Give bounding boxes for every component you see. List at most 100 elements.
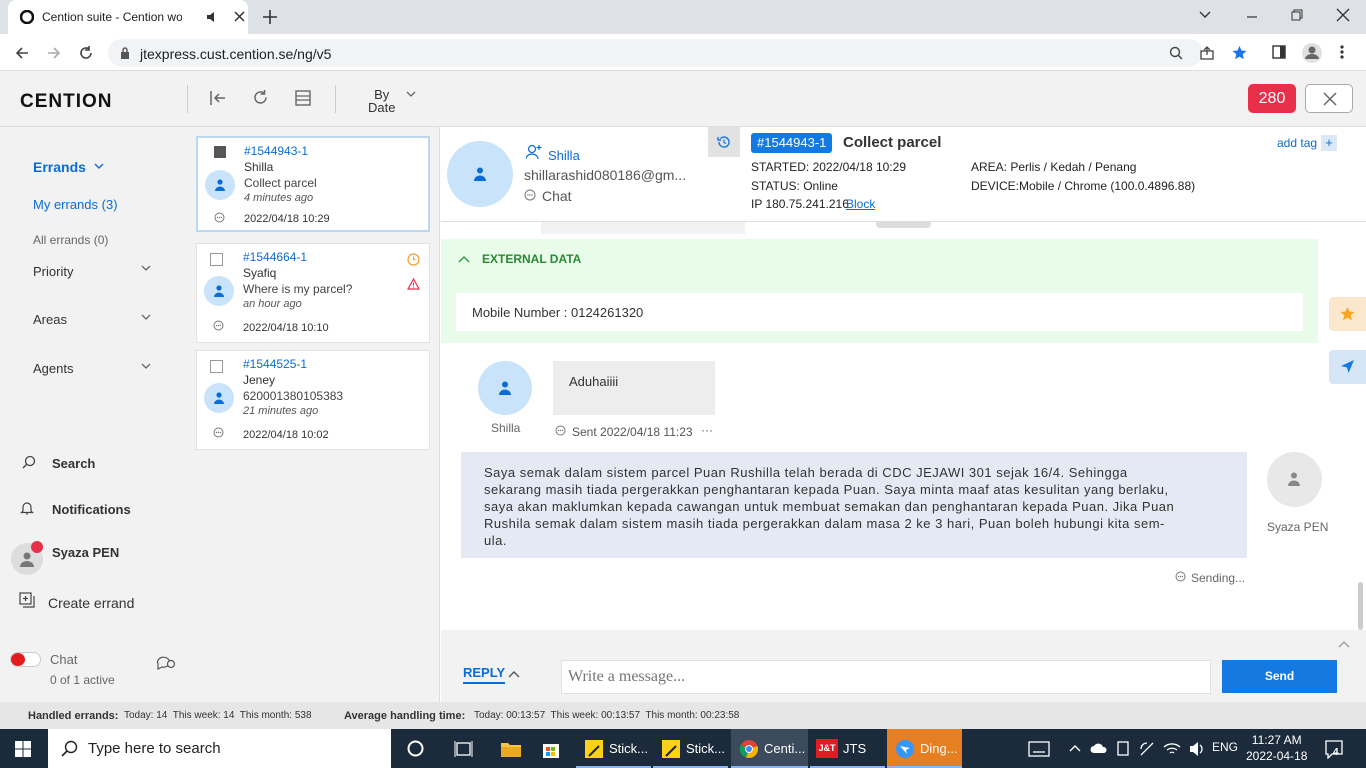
restore-icon[interactable] xyxy=(1290,8,1304,22)
language-indicator[interactable]: ENG xyxy=(1212,740,1238,754)
errand-date: 2022/04/18 10:02 xyxy=(243,429,329,441)
message-input[interactable] xyxy=(561,660,1211,694)
errands-chevron-down-icon[interactable] xyxy=(94,163,104,170)
sidebar-agents[interactable]: Agents xyxy=(33,361,73,376)
sidebar-errands[interactable]: Errands xyxy=(33,159,86,175)
customer-name[interactable]: Shilla xyxy=(548,148,580,163)
agent-message-name: Syaza PEN xyxy=(1267,520,1329,534)
sidebar-areas[interactable]: Areas xyxy=(33,312,67,327)
onedrive-icon[interactable] xyxy=(1090,742,1108,754)
chat-settings-icon[interactable] xyxy=(156,654,176,670)
sidebar-user-name[interactable]: Syaza PEN xyxy=(52,545,119,560)
errand-checkbox[interactable] xyxy=(210,360,223,373)
errand-id[interactable]: #1544943-1 xyxy=(244,144,308,158)
close-button[interactable] xyxy=(1305,84,1353,113)
taskbar-app-sticky-1[interactable]: Stick... xyxy=(576,729,651,768)
add-tag-plus-icon[interactable]: + xyxy=(1321,135,1337,151)
expand-chevron-up-icon[interactable] xyxy=(1338,640,1350,648)
sidebar-search[interactable]: Search xyxy=(52,456,95,471)
speaker-icon[interactable] xyxy=(206,11,218,23)
external-data-title[interactable]: EXTERNAL DATA xyxy=(482,252,581,266)
browser-menu-icon[interactable] xyxy=(1340,45,1344,59)
tab-search-chevron-icon[interactable] xyxy=(1198,10,1212,20)
store-icon[interactable] xyxy=(541,739,561,759)
forward-icon[interactable] xyxy=(46,45,62,61)
sort-by-date-dropdown[interactable]: By Date xyxy=(368,88,395,114)
sidebar-create-errand[interactable]: Create errand xyxy=(48,595,134,611)
sidebar-my-errands[interactable]: My errands (3) xyxy=(33,197,118,212)
share-icon[interactable] xyxy=(1200,46,1214,60)
collapse-panel-icon[interactable] xyxy=(209,90,227,106)
zoom-icon[interactable] xyxy=(1169,46,1183,60)
reload-icon[interactable] xyxy=(78,45,94,61)
tray-app-icon[interactable] xyxy=(1116,741,1130,756)
wifi-icon[interactable] xyxy=(1163,741,1181,757)
new-tab-icon[interactable] xyxy=(262,9,278,25)
navigation-arrow-icon xyxy=(1341,360,1354,373)
keyboard-icon[interactable] xyxy=(1028,741,1050,757)
minimize-icon[interactable] xyxy=(1245,10,1259,24)
send-button[interactable]: Send xyxy=(1222,660,1337,693)
areas-chevron-icon[interactable] xyxy=(141,314,151,321)
history-button[interactable] xyxy=(708,127,740,157)
errand-card-3[interactable]: #1544525-1 Jeney 620001380105383 21 minu… xyxy=(196,350,430,450)
bookmark-star-icon[interactable] xyxy=(1232,45,1247,60)
errand-checkbox[interactable] xyxy=(210,253,223,266)
agent-message-avatar xyxy=(1267,452,1322,507)
window-close-icon[interactable] xyxy=(1336,8,1350,22)
taskbar-search-box[interactable]: Type here to search xyxy=(48,729,391,768)
favorite-button[interactable] xyxy=(1329,297,1366,331)
agent-message-line-4: Rushila semak dalam sistem masih tiada p… xyxy=(484,516,1165,531)
errand-id[interactable]: #1544525-1 xyxy=(243,357,307,371)
taskbar-search-placeholder: Type here to search xyxy=(88,740,221,757)
close-tab-icon[interactable] xyxy=(234,11,245,22)
sidebar-all-errands[interactable]: All errands (0) xyxy=(33,233,108,247)
chat-toggle[interactable] xyxy=(10,652,41,667)
windows-start-icon[interactable] xyxy=(15,741,31,757)
errand-checkbox-checked[interactable] xyxy=(214,146,226,158)
user-avatar-icon xyxy=(20,552,34,567)
reply-chevron-up-icon[interactable] xyxy=(508,670,520,678)
taskbar-app-sticky-2[interactable]: Stick... xyxy=(653,729,728,768)
send-direction-button[interactable] xyxy=(1329,350,1366,384)
file-explorer-icon[interactable] xyxy=(500,740,522,758)
volume-icon[interactable] xyxy=(1189,741,1205,757)
url-bar[interactable]: jtexpress.cust.cention.se/ng/v5 xyxy=(108,39,1247,67)
collapse-chevron-up-icon[interactable] xyxy=(458,255,470,263)
priority-chevron-icon[interactable] xyxy=(141,265,151,272)
errand-card-2[interactable]: #1544664-1 Syafiq Where is my parcel? an… xyxy=(196,243,430,343)
close-icon xyxy=(1323,92,1337,106)
sidebar-notifications[interactable]: Notifications xyxy=(52,502,131,517)
user-avatar[interactable] xyxy=(11,541,43,575)
windows-taskbar: Type here to search Stick... Stick... Ce… xyxy=(0,729,1366,768)
back-icon[interactable] xyxy=(14,45,30,61)
add-contact-icon[interactable] xyxy=(526,144,543,160)
tray-network-2-icon[interactable] xyxy=(1139,741,1155,757)
cortana-icon[interactable] xyxy=(407,740,424,757)
profile-icon[interactable] xyxy=(1301,42,1323,64)
errand-id[interactable]: #1544664-1 xyxy=(243,250,307,264)
reply-tab[interactable]: REPLY xyxy=(463,665,506,684)
taskbar-app-jts[interactable]: J&T JTS xyxy=(810,729,885,768)
errand-ago: 21 minutes ago xyxy=(243,405,319,417)
tray-chevron-up-icon[interactable] xyxy=(1069,744,1081,752)
refresh-icon[interactable] xyxy=(252,89,269,106)
task-view-icon[interactable] xyxy=(454,741,473,757)
block-link[interactable]: Block xyxy=(846,197,875,211)
open-errands-count-badge[interactable]: 280 xyxy=(1248,84,1296,113)
chat-scrollbar[interactable] xyxy=(1358,582,1363,630)
add-tag-link[interactable]: add tag xyxy=(1277,136,1317,150)
taskbar-app-dingtalk[interactable]: Ding... xyxy=(887,729,962,768)
agents-chevron-icon[interactable] xyxy=(141,363,151,370)
sort-chevron-down-icon[interactable] xyxy=(406,91,416,98)
list-view-icon[interactable] xyxy=(295,90,311,106)
message-more-button[interactable]: ··· xyxy=(701,423,713,437)
errand-card-1[interactable]: #1544943-1 Shilla Collect parcel 4 minut… xyxy=(196,136,430,232)
browser-tab[interactable]: Cention suite - Cention work xyxy=(8,0,248,34)
taskbar-clock[interactable]: 11:27 AM 2022-04-18 xyxy=(1246,732,1307,764)
sidebar-chat-active: 0 of 1 active xyxy=(50,673,115,687)
side-panel-icon[interactable] xyxy=(1272,45,1286,59)
customer-message-avatar xyxy=(478,361,532,415)
sidebar-priority[interactable]: Priority xyxy=(33,264,73,279)
taskbar-app-chrome[interactable]: Centi... xyxy=(731,729,808,768)
